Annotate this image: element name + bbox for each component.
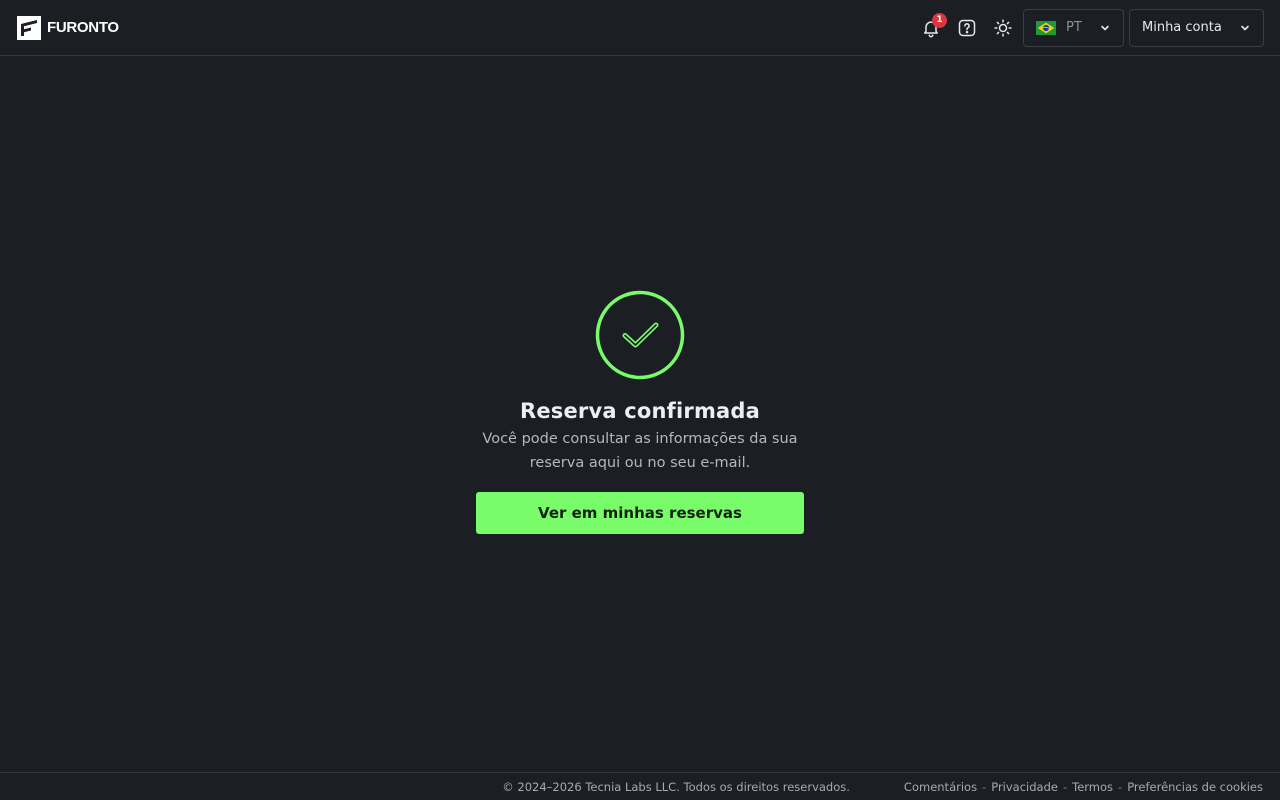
footer-separator: - [1062,779,1068,794]
chevron-down-icon [1101,25,1109,30]
brand-name: FURONTO [47,19,119,36]
confirmation-message: Você pode consultar as informações da su… [482,431,798,471]
footer: © 2024–2026 Tecnia Labs LLC. Todos os di… [0,772,1280,800]
check-circle-icon [595,290,685,380]
language-code: PT [1066,20,1082,35]
footer-link-terms[interactable]: Termos [1072,780,1113,794]
theme-toggle-button[interactable] [985,10,1021,46]
help-icon [958,19,976,36]
help-button[interactable] [949,10,985,46]
top-bar: FURONTO 1 PT Minha conta [0,0,1280,56]
footer-link-privacy[interactable]: Privacidade [991,780,1058,794]
footer-link-feedback[interactable]: Comentários [904,780,977,794]
account-label: Minha conta [1142,20,1222,35]
view-my-reservations-button[interactable]: Ver em minhas reservas [476,492,804,534]
footer-link-cookie-preferences[interactable]: Preferências de cookies [1127,780,1263,794]
main-content: Reserva confirmada Você pode consultar a… [0,56,1280,772]
copyright-text: © 2024–2026 Tecnia Labs LLC. Todos os di… [502,779,850,794]
footer-separator: - [982,779,987,794]
footer-separator: - [1118,779,1123,794]
language-select[interactable]: PT [1023,8,1124,47]
chevron-down-icon [1241,25,1249,30]
confirmation-title: Reserva confirmada [519,399,761,423]
header-actions: 1 PT Minha conta [913,8,1264,47]
sun-icon [994,18,1012,37]
brazil-flag-icon [1036,20,1056,35]
brand-logo[interactable]: FURONTO [17,15,119,40]
footer-links: Comentários - Privacidade - Termos - Pre… [904,780,1263,794]
notifications-button[interactable]: 1 [913,10,949,46]
confirmation-panel: Reserva confirmada Você pode consultar a… [440,290,840,534]
furonto-logo-icon [17,15,41,40]
account-menu[interactable]: Minha conta [1129,8,1264,47]
notification-count-badge: 1 [932,12,947,28]
